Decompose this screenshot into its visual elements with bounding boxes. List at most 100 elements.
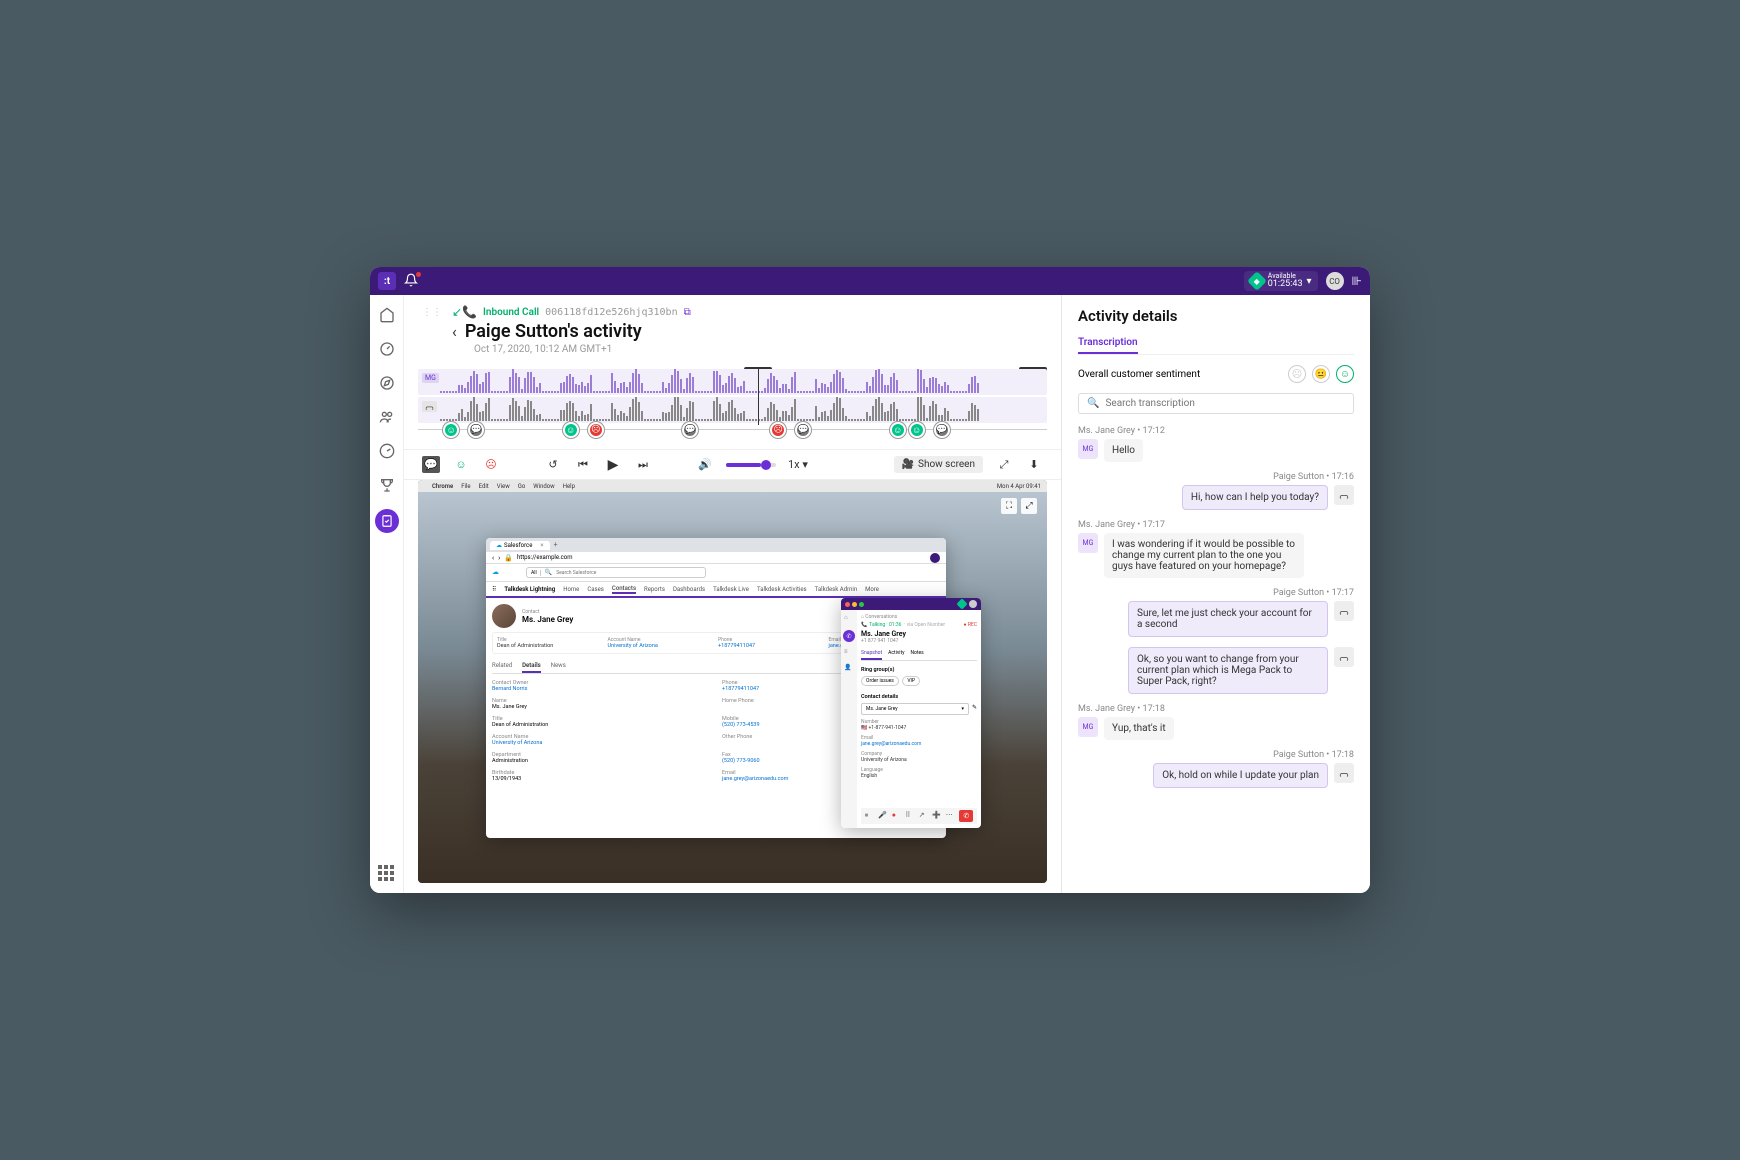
talkdesk-widget: ⌂ ✆ ≡ 👤 ⌂ Conversations 📞Talking · 01:36… bbox=[841, 598, 981, 828]
new-tab-button[interactable]: + bbox=[554, 541, 558, 549]
nav-explore-icon[interactable] bbox=[377, 373, 397, 393]
replay-button[interactable]: ↺ bbox=[544, 458, 562, 471]
sf-app-launcher-icon[interactable]: ⠿ bbox=[492, 586, 496, 593]
download-icon[interactable]: ⬇ bbox=[1025, 458, 1043, 471]
sentiment-marker-neutral[interactable]: 💬 bbox=[795, 422, 811, 438]
sentiment-marker-neutral[interactable]: 💬 bbox=[682, 422, 698, 438]
td-conversations-icon[interactable]: ✆ bbox=[843, 630, 855, 642]
sentiment-marker-positive[interactable]: ☺ bbox=[563, 422, 579, 438]
keypad-icon[interactable]: ⠿ bbox=[905, 811, 915, 821]
sentiment-happy-icon[interactable]: ☺ bbox=[1336, 365, 1354, 383]
browser-back-icon[interactable]: ‹ bbox=[492, 554, 494, 562]
message-bubble[interactable]: I was wondering if it would be possible … bbox=[1104, 533, 1304, 578]
drag-handle-icon[interactable]: ⋮⋮ bbox=[422, 307, 442, 318]
volume-icon[interactable]: 🔊 bbox=[696, 458, 714, 471]
message-meta: Paige Sutton • 17:16 bbox=[1078, 472, 1354, 482]
sentiment-neutral-icon[interactable]: 😐 bbox=[1312, 365, 1330, 383]
edit-icon[interactable]: ✎ bbox=[972, 704, 977, 711]
app-logo[interactable]: :t bbox=[378, 272, 396, 290]
next-button[interactable]: ⏭ bbox=[634, 458, 652, 472]
td-contacts-icon[interactable]: 👤 bbox=[844, 664, 854, 674]
record-icon[interactable]: ● bbox=[892, 811, 902, 821]
profile-icon[interactable] bbox=[930, 553, 940, 563]
td-call-controls: ⏸ 🎤 ● ⠿ ↗ ➕ ⋯ ✆ bbox=[861, 808, 977, 824]
comment-icon[interactable]: 💬 bbox=[422, 456, 440, 473]
availability-status[interactable]: ◆ Available 01:25:43 ▾ bbox=[1244, 271, 1318, 291]
browser-tab[interactable]: ☁Salesforce× bbox=[490, 541, 550, 550]
sentiment-marker-neutral[interactable]: 💬 bbox=[468, 422, 484, 438]
popout-icon[interactable]: ⤢ bbox=[1021, 498, 1037, 514]
add-icon[interactable]: ➕ bbox=[932, 811, 942, 821]
search-icon: 🔍 bbox=[1087, 398, 1099, 409]
td-home-icon[interactable]: ⌂ bbox=[844, 614, 854, 624]
sentiment-marker-positive[interactable]: ☺ bbox=[443, 422, 459, 438]
user-avatar[interactable]: CO bbox=[1326, 272, 1344, 290]
nav-apps-icon[interactable] bbox=[378, 865, 396, 883]
browser-fwd-icon[interactable]: › bbox=[498, 554, 500, 562]
tab-transcription[interactable]: Transcription bbox=[1078, 333, 1138, 354]
call-id: 006118fd12e526hjq310bn bbox=[545, 307, 677, 318]
transcript-search[interactable]: 🔍 bbox=[1078, 393, 1354, 414]
transcript-search-input[interactable] bbox=[1105, 398, 1345, 409]
message-bubble[interactable]: Hello bbox=[1104, 439, 1143, 462]
nav-gauge-icon[interactable] bbox=[377, 441, 397, 461]
transcript-message: Paige Sutton • 17:18Ok, hold on while I … bbox=[1078, 750, 1354, 788]
sentiment-marker-negative[interactable]: ☹ bbox=[770, 422, 786, 438]
agent-waveform bbox=[418, 397, 1047, 423]
volume-slider[interactable] bbox=[726, 463, 776, 467]
agent-avatar bbox=[1334, 647, 1354, 667]
popout-icon[interactable]: ⤢ bbox=[995, 458, 1013, 472]
transfer-icon[interactable]: ↗ bbox=[919, 811, 929, 821]
nav-people-icon[interactable] bbox=[377, 407, 397, 427]
sentiment-negative-icon[interactable]: ☹ bbox=[482, 458, 500, 471]
message-bubble[interactable]: Sure, let me just check your account for… bbox=[1128, 601, 1328, 637]
call-type-label: Inbound Call bbox=[483, 307, 539, 318]
pause-icon[interactable]: ⏸ bbox=[865, 811, 875, 821]
page-title: Paige Sutton's activity bbox=[465, 321, 642, 342]
transcript-list[interactable]: Ms. Jane Grey • 17:12MGHelloPaige Sutton… bbox=[1062, 422, 1370, 893]
td-contact-select[interactable]: Ms. Jane Grey▾ bbox=[861, 703, 969, 715]
prev-button[interactable]: ⏮ bbox=[574, 458, 592, 472]
td-list-icon[interactable]: ≡ bbox=[844, 648, 854, 658]
salesforce-logo-icon: ☁ bbox=[492, 568, 506, 578]
speed-selector[interactable]: 1x ▾ bbox=[788, 458, 808, 471]
mute-icon[interactable]: 🎤 bbox=[878, 811, 888, 821]
waveform[interactable]: 09:37 10:43 MG bbox=[418, 369, 1047, 425]
show-screen-button[interactable]: 🎥Show screen bbox=[894, 456, 983, 473]
mac-menubar: Chrome File Edit View Go Window Help Mon… bbox=[418, 480, 1047, 492]
notifications-icon[interactable] bbox=[404, 273, 420, 289]
activity-timestamp: Oct 17, 2020, 10:12 AM GMT+1 bbox=[474, 344, 1043, 355]
customer-track-label: MG bbox=[422, 373, 439, 383]
lock-icon: 🔒 bbox=[504, 554, 513, 562]
nav-home-icon[interactable] bbox=[377, 305, 397, 325]
sentiment-marker-positive[interactable]: ☺ bbox=[890, 422, 906, 438]
copy-icon[interactable]: ⧉ bbox=[684, 307, 691, 318]
nav-dashboard-icon[interactable] bbox=[377, 339, 397, 359]
panel-toggle-icon[interactable]: ⊪ bbox=[1352, 274, 1362, 288]
sentiment-positive-icon[interactable]: ☺ bbox=[452, 458, 470, 471]
hangup-button[interactable]: ✆ bbox=[959, 810, 973, 822]
sentiment-marker-positive[interactable]: ☺ bbox=[909, 422, 925, 438]
playhead[interactable] bbox=[758, 369, 759, 425]
message-bubble[interactable]: Ok, hold on while I update your plan bbox=[1153, 763, 1328, 788]
sentiment-sad-icon[interactable]: ☹ bbox=[1288, 365, 1306, 383]
url-input[interactable] bbox=[517, 554, 926, 561]
message-bubble[interactable]: Hi, how can I help you today? bbox=[1182, 485, 1328, 510]
nav-clipboard-icon[interactable] bbox=[375, 509, 399, 533]
agent-avatar bbox=[1334, 763, 1354, 783]
sentiment-marker-negative[interactable]: ☹ bbox=[588, 422, 604, 438]
td-side-nav: ⌂ ✆ ≡ 👤 bbox=[841, 610, 857, 828]
sf-search-input[interactable] bbox=[556, 570, 701, 576]
more-icon[interactable]: ⋯ bbox=[946, 811, 956, 821]
message-bubble[interactable]: Ok, so you want to change from your curr… bbox=[1128, 647, 1328, 694]
play-button[interactable]: ▶ bbox=[604, 457, 622, 473]
back-button[interactable]: ‹ bbox=[452, 322, 457, 341]
player-controls: 💬 ☺ ☹ ↺ ⏮ ▶ ⏭ 🔊 1x ▾ 🎥Show screen ⤢ ⬇ bbox=[404, 449, 1061, 480]
fullscreen-icon[interactable]: ⛶ bbox=[1001, 498, 1017, 514]
sentiment-marker-neutral[interactable]: 💬 bbox=[934, 422, 950, 438]
transcript-message: Paige Sutton • 17:16 Hi, how can I help y… bbox=[1078, 472, 1354, 510]
screen-recording-view: Chrome File Edit View Go Window Help Mon… bbox=[418, 480, 1047, 883]
message-bubble[interactable]: Yup, that's it bbox=[1104, 717, 1174, 740]
sf-header: ☁ All 🔍 bbox=[486, 564, 946, 582]
nav-trophy-icon[interactable] bbox=[377, 475, 397, 495]
